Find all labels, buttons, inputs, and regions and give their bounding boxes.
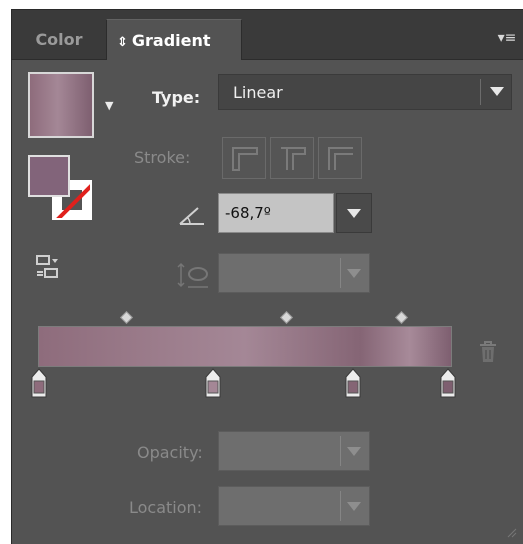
aspect-ratio-icon [177,262,208,288]
gradient-panel: Color ⇕ Gradient ▾≡ ▼ Type: Linear Stroke… [11,9,523,544]
tab-gradient-label: Gradient [131,31,211,50]
dropdown-divider [340,491,341,521]
stroke-along-button[interactable] [270,137,314,179]
stroke-within-icon [232,147,258,171]
swatch-dropdown-arrow-icon[interactable]: ▼ [105,99,113,112]
midpoint-diamond[interactable] [280,311,293,324]
location-dropdown[interactable] [218,486,370,526]
reverse-gradient-icon[interactable] [34,254,60,280]
gradient-slider[interactable] [38,326,452,367]
trash-icon[interactable] [478,340,498,364]
stroke-along-icon [281,147,306,170]
type-label: Type: [152,88,201,107]
color-stop[interactable] [345,368,361,398]
color-stop[interactable] [440,368,456,398]
type-dropdown-value: Linear [233,83,283,102]
type-dropdown[interactable]: Linear [218,74,512,110]
dropdown-divider [480,79,481,105]
updown-arrows-icon: ⇕ [117,35,128,50]
angle-dropdown-button[interactable] [336,193,372,233]
tab-color-label: Color [35,30,83,49]
panel-tabbar: Color ⇕ Gradient ▾≡ [12,10,523,60]
chevron-down-icon [490,87,504,96]
angle-icon [179,207,204,225]
midpoint-diamond[interactable] [395,311,408,324]
color-stop[interactable] [31,368,47,398]
chevron-down-icon [347,209,361,218]
midpoint-diamond[interactable] [120,311,133,324]
dropdown-divider [340,258,341,288]
resize-grip-icon[interactable] [505,526,517,538]
color-stop[interactable] [205,368,221,398]
opacity-dropdown[interactable] [218,431,370,471]
location-label: Location: [129,498,203,517]
tab-color[interactable]: Color [12,19,106,60]
dropdown-divider [340,436,341,466]
stroke-across-icon [328,147,353,170]
chevron-down-icon [347,447,361,456]
panel-menu-icon[interactable]: ▾≡ [496,28,518,48]
tab-gradient[interactable]: ⇕ Gradient [106,19,242,60]
stroke-within-button[interactable] [222,137,266,179]
chevron-down-icon [347,502,361,511]
stroke-label: Stroke: [134,148,191,167]
fill-color-box[interactable] [28,155,70,197]
aspect-ratio-dropdown[interactable] [218,253,370,293]
angle-input[interactable]: -68,7º [218,193,334,233]
gradient-swatch[interactable] [28,72,94,138]
opacity-label: Opacity: [137,443,203,462]
stroke-across-button[interactable] [318,137,362,179]
chevron-down-icon [347,269,361,278]
